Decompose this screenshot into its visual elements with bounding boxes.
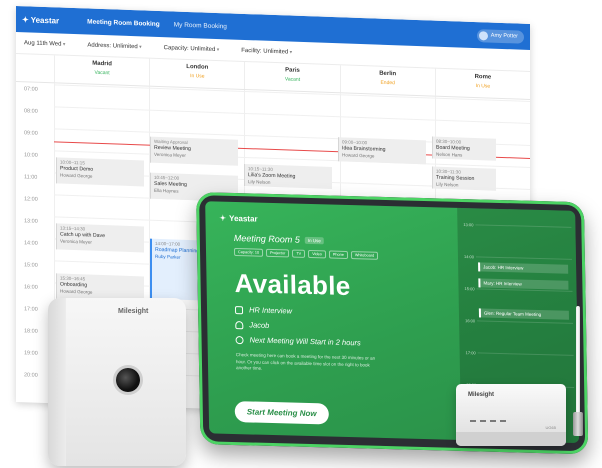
room-header-paris[interactable]: Paris Vacant	[244, 61, 340, 93]
person-icon	[235, 320, 244, 329]
timeline-label: 17:00	[465, 350, 476, 356]
room-status: Vacant	[94, 69, 110, 77]
gateway-antenna	[573, 306, 583, 436]
event-block[interactable]: 09:00~10:00 Idea Brainstorming Howard Ge…	[338, 137, 426, 165]
antenna-base	[573, 412, 583, 436]
time-label: 19:00	[24, 350, 38, 357]
facility-tag: Projector	[266, 248, 290, 258]
facility-tags: Capacity: 10 Projector TV Video Phone Wh…	[233, 248, 444, 262]
event-block[interactable]: 10:30~11:30 Training Session Lily Nelson	[432, 166, 496, 191]
date-filter[interactable]: Aug 11th Wed	[24, 40, 65, 47]
timeline-divider	[475, 256, 572, 260]
timeline-event[interactable]: Jacob: HR Interview	[478, 262, 569, 274]
room-status: Ended	[380, 79, 395, 87]
gateway-brand: Milesight	[468, 392, 495, 398]
clock-icon	[235, 335, 244, 344]
facility-tag: TV	[292, 249, 306, 258]
room-header-berlin[interactable]: Berlin Ended	[339, 65, 435, 96]
event-block[interactable]: 08:30~10:00 Board Meeting Nelson Hans	[432, 136, 496, 161]
occupancy-sensor: Milesight	[48, 298, 186, 466]
event-block[interactable]: Waiting Approval Review Meeting Veronica…	[150, 136, 238, 166]
avatar	[478, 30, 488, 40]
meeting-subject: HR Interview	[234, 305, 445, 320]
room-status: In Use	[190, 73, 205, 80]
lorawan-gateway: Milesight UG65	[456, 384, 566, 446]
facility-filter[interactable]: Facility: Unlimited	[241, 47, 292, 55]
time-label: 08:00	[24, 108, 38, 115]
timeline-divider	[475, 224, 572, 228]
calendar-logo: ✦ Yeastar	[22, 14, 60, 26]
user-menu[interactable]: Amy Potter	[476, 28, 524, 44]
room-status: Vacant	[284, 76, 301, 83]
time-label: 07:00	[24, 86, 38, 93]
address-filter[interactable]: Address: Unlimited	[87, 42, 141, 50]
room-header-rome[interactable]: Rome In Use	[434, 68, 530, 99]
next-meeting: Next Meeting Will Start in 2 hours	[235, 335, 445, 350]
gateway-model: UG65	[545, 425, 556, 430]
time-label: 13:00	[24, 218, 38, 225]
room-header-madrid[interactable]: Madrid Vacant	[54, 55, 150, 86]
event-block[interactable]: 13:15~14:30 Catch up with Dave Veronica …	[56, 223, 144, 253]
timeline-event[interactable]: Glen: Regular Team Meeting	[478, 308, 570, 320]
time-label: 20:00	[24, 372, 38, 379]
facility-tag: Capacity: 10	[233, 248, 264, 257]
time-label: 11:00	[24, 174, 38, 181]
time-label: 14:00	[24, 240, 38, 247]
timeline-label: 14:00	[463, 254, 475, 260]
event-block[interactable]: 10:00~11:15 Product Demo Howard George	[56, 157, 144, 187]
time-label: 12:00	[24, 196, 38, 203]
antenna-rod	[576, 306, 580, 416]
start-meeting-button[interactable]: Start Meeting Now	[234, 401, 329, 425]
room-header-london[interactable]: London In Use	[149, 58, 245, 89]
room-badge: In Use	[304, 236, 324, 244]
availability-status: Available	[234, 268, 351, 302]
star-logo-icon: ✦	[22, 14, 29, 24]
tab-my-room-booking[interactable]: My Room Booking	[174, 21, 227, 30]
status-led	[470, 420, 476, 422]
facility-tag: Whiteboard	[350, 251, 379, 260]
status-led	[480, 420, 486, 422]
booking-note: Check meeting here can book a meeting fo…	[235, 352, 376, 371]
time-label: 17:00	[24, 306, 38, 313]
timeline-divider	[477, 320, 574, 324]
timeline-label: 15:00	[464, 286, 475, 292]
timeline-divider	[477, 352, 574, 356]
star-logo-icon: ✦	[219, 213, 227, 223]
time-label: 15:00	[24, 262, 38, 269]
tablet-main-panel: ✦ Yeastar Meeting Room 5 In Use Capacity…	[205, 201, 461, 440]
time-label: 09:00	[24, 130, 38, 137]
time-label: 18:00	[24, 328, 38, 335]
timeline-label: 16:00	[465, 318, 476, 324]
tablet-logo: ✦ Yeastar	[219, 213, 258, 224]
facility-tag: Video	[308, 249, 326, 259]
status-led	[500, 420, 506, 422]
sensor-brand: Milesight	[118, 308, 149, 315]
sensor-side-panel	[48, 298, 66, 466]
room-title: Meeting Room 5 In Use	[234, 233, 444, 249]
facility-tag: Phone	[328, 250, 348, 259]
time-label: 10:00	[24, 152, 38, 159]
gateway-front	[456, 432, 566, 446]
calendar-icon	[234, 305, 244, 314]
meeting-host: Jacob	[235, 320, 445, 335]
status-led	[490, 420, 496, 422]
tab-meeting-room-booking[interactable]: Meeting Room Booking	[87, 18, 160, 28]
capacity-filter[interactable]: Capacity: Unlimited	[164, 45, 220, 53]
hour-gridline	[54, 106, 530, 124]
timeline-label: 13:00	[463, 222, 474, 228]
sensor-lens	[116, 368, 140, 392]
room-status: In Use	[475, 83, 491, 90]
time-label: 16:00	[24, 284, 38, 291]
event-block[interactable]: 10:15~11:30 Lilia's Zoom Meeting Lily Ne…	[244, 163, 332, 190]
